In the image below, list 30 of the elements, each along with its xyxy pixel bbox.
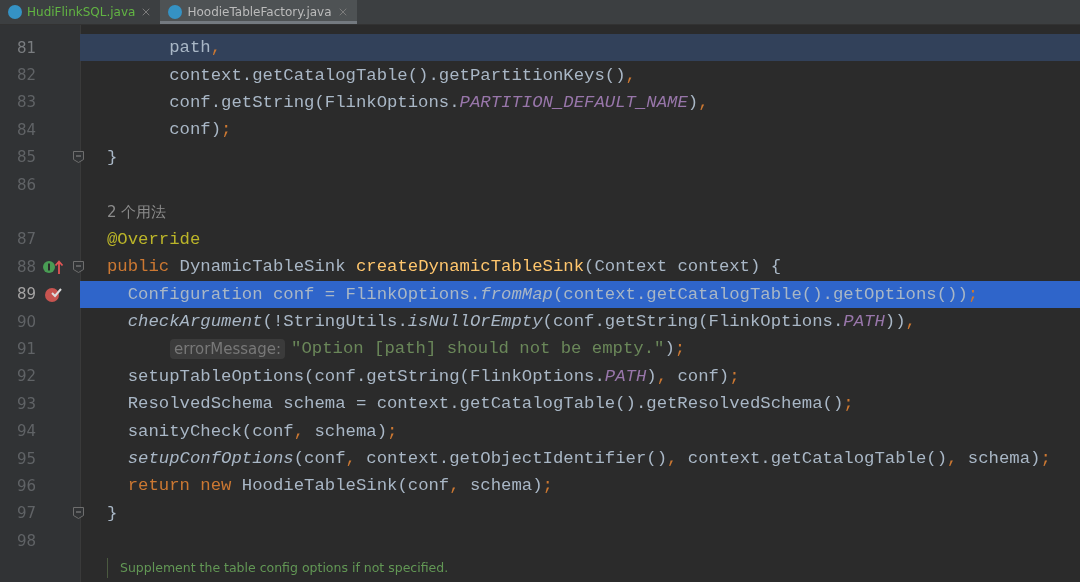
code-text: Configuration conf = FlinkOptions.fromMap(context.getCatalogTable().getOptions()); [126,284,979,304]
fold-icon[interactable] [72,151,84,164]
code-text: ResolvedSchema schema = context.getCatalogTable().getResolvedSchema(); [126,394,854,414]
usages-hint[interactable]: 2 个用法 [107,202,167,222]
code-text: @Override [107,229,201,249]
fold-icon[interactable] [72,507,84,520]
code-text: errorMessage: "Option [path] should not be empty."); [170,339,686,359]
file-tab[interactable]: HudiFlinkSQL.java [0,0,161,24]
code-text: } [107,503,118,523]
code-text: setupTableOptions(conf.getString(FlinkOptions.PATH), conf); [126,366,740,386]
code-text: conf.getString(FlinkOptions.PARTITION_DEFAULT_NAME), [168,92,709,112]
parameter-hint: errorMessage: [170,339,286,359]
code-text: path, [168,38,222,58]
breakpoint-icon[interactable] [44,285,62,304]
fold-icon[interactable] [72,260,84,273]
code-text: context.getCatalogTable().getPartitionKeys(), [168,65,636,85]
code-text: sanityCheck(conf, schema); [126,421,398,441]
code-text: return new HoodieTableSink(conf, schema); [126,476,553,496]
code-text: conf); [168,120,232,140]
line-number: 89 [15,285,36,304]
file-tab[interactable]: HoodieTableFactory.java [160,0,357,24]
code-text: checkArgument(!StringUtils.isNullOrEmpty(conf.getString(FlinkOptions.PATH)), [126,312,916,332]
code-text: setupConfOptions(conf, context.getObjectIdentifier(), context.getCatalogTable(), schema); [126,449,1051,469]
code-text: } [107,147,118,167]
doc-comment: Supplement the table config options if not specified. [107,558,449,579]
implements-arrow-icon[interactable] [42,258,64,275]
line-number: 81 [15,38,36,57]
class-file-icon [8,5,22,19]
class-file-icon [168,5,183,19]
code-text: public DynamicTableSink createDynamicTableSink(Context context) { [107,257,782,277]
